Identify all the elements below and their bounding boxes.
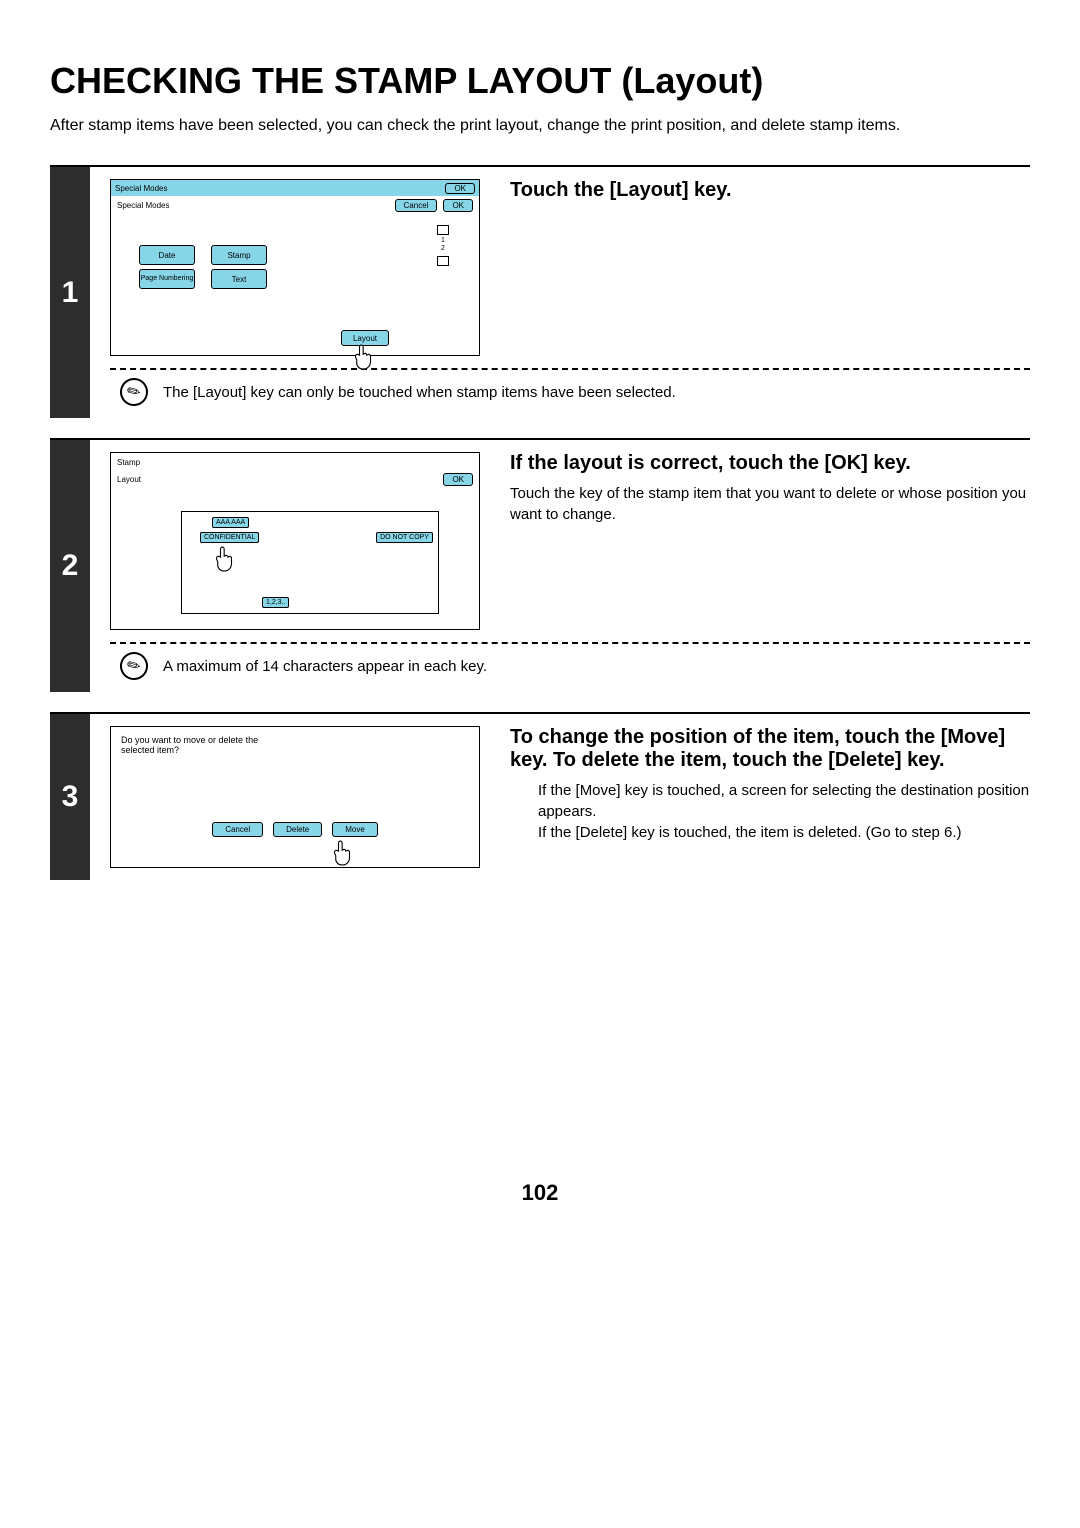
step3-title: To change the position of the item, touc… bbox=[510, 726, 1030, 772]
step-2: 2 Stamp Layout OK AAA AAA CONFIDEN bbox=[50, 438, 1030, 692]
page-numbering-button[interactable]: Page Numbering bbox=[139, 269, 195, 289]
dialog-text: Do you want to move or delete the select… bbox=[111, 727, 301, 763]
page-down-button[interactable] bbox=[437, 256, 449, 266]
step-number: 2 bbox=[50, 440, 90, 692]
stamp-item-123[interactable]: 1,2,3.. bbox=[262, 597, 289, 608]
step-1: 1 Special Modes OK Special Modes Cancel … bbox=[50, 165, 1030, 418]
step-number: 1 bbox=[50, 167, 90, 418]
step3-desc2: If the [Delete] key is touched, the item… bbox=[510, 822, 1030, 843]
step1-note: The [Layout] key can only be touched whe… bbox=[163, 384, 676, 401]
divider bbox=[110, 642, 1030, 644]
screen-2: Stamp Layout OK AAA AAA CONFIDENTIAL DO … bbox=[110, 452, 480, 630]
touch-hand-icon bbox=[354, 343, 376, 371]
screen2-sub: Layout bbox=[117, 475, 141, 484]
step2-title: If the layout is correct, touch the [OK]… bbox=[510, 452, 1030, 475]
step2-note: A maximum of 14 characters appear in eac… bbox=[163, 658, 487, 675]
intro-text: After stamp items have been selected, yo… bbox=[50, 117, 1030, 135]
screen1-header: Special Modes bbox=[115, 184, 167, 193]
screen-1: Special Modes OK Special Modes Cancel OK… bbox=[110, 179, 480, 356]
page-number: 102 bbox=[50, 1180, 1030, 1206]
screen2-header: Stamp bbox=[117, 458, 140, 467]
step2-desc: Touch the key of the stamp item that you… bbox=[510, 483, 1030, 525]
screen-3: Do you want to move or delete the select… bbox=[110, 726, 480, 868]
date-button[interactable]: Date bbox=[139, 245, 195, 265]
note-icon: ✎ bbox=[115, 373, 153, 411]
stamp-item-aaa[interactable]: AAA AAA bbox=[212, 517, 249, 528]
step1-title: Touch the [Layout] key. bbox=[510, 179, 1030, 202]
delete-button[interactable]: Delete bbox=[273, 822, 322, 837]
stamp-button[interactable]: Stamp bbox=[211, 245, 267, 265]
move-button[interactable]: Move bbox=[332, 822, 378, 837]
page-title: CHECKING THE STAMP LAYOUT (Layout) bbox=[50, 60, 1030, 102]
touch-hand-icon bbox=[333, 839, 355, 867]
page-up-button[interactable] bbox=[437, 225, 449, 235]
stamp-item-confidential[interactable]: CONFIDENTIAL bbox=[200, 532, 259, 543]
cancel-button[interactable]: Cancel bbox=[395, 199, 438, 212]
cancel-button[interactable]: Cancel bbox=[212, 822, 263, 837]
touch-hand-icon bbox=[215, 545, 237, 573]
step-number: 3 bbox=[50, 714, 90, 880]
step-3: 3 Do you want to move or delete the sele… bbox=[50, 712, 1030, 880]
ok-button[interactable]: OK bbox=[443, 199, 473, 212]
step3-desc1: If the [Move] key is touched, a screen f… bbox=[510, 780, 1030, 822]
stamp-item-donotcopy[interactable]: DO NOT COPY bbox=[376, 532, 433, 543]
note-icon: ✎ bbox=[115, 647, 153, 685]
layout-preview: AAA AAA CONFIDENTIAL DO NOT COPY 1,2,3.. bbox=[181, 511, 439, 614]
page-indicator: 1 bbox=[437, 237, 449, 245]
text-button[interactable]: Text bbox=[211, 269, 267, 289]
divider bbox=[110, 368, 1030, 370]
screen1-sub: Special Modes bbox=[117, 201, 169, 210]
page-indicator: 2 bbox=[437, 245, 449, 253]
ok-button[interactable]: OK bbox=[445, 183, 475, 194]
ok-button[interactable]: OK bbox=[443, 473, 473, 486]
